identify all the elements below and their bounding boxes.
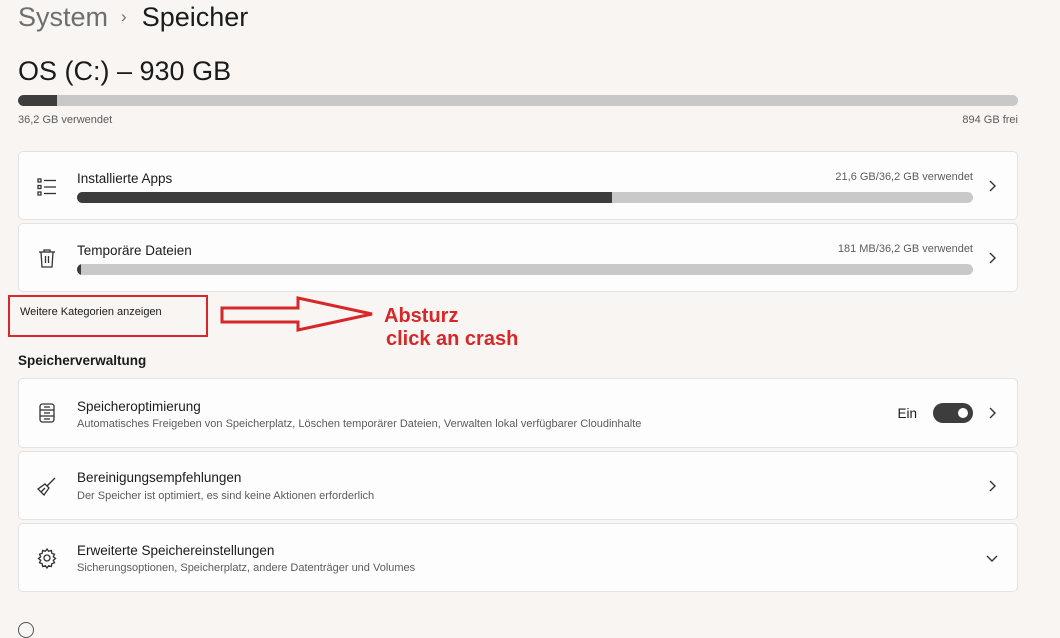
category-usage: 21,6 GB/36,2 GB verwendet bbox=[835, 171, 973, 183]
storage-sense-toggle[interactable] bbox=[933, 403, 973, 423]
category-usage: 181 MB/36,2 GB verwendet bbox=[837, 243, 973, 255]
gear-icon bbox=[36, 547, 58, 569]
cleanup-recommendations-description: Der Speicher ist optimiert, es sind kein… bbox=[77, 490, 375, 502]
trash-icon bbox=[36, 247, 58, 269]
show-more-categories-label: Weitere Kategorien anzeigen bbox=[20, 306, 162, 318]
drive-usage-fill bbox=[18, 95, 57, 106]
storage-sense-description: Automatisches Freigeben von Speicherplat… bbox=[77, 418, 642, 430]
chevron-down-icon bbox=[985, 551, 999, 565]
cleanup-recommendations-card[interactable]: Bereinigungsempfehlungen Der Speicher is… bbox=[18, 451, 1018, 520]
category-temp-files[interactable]: Temporäre Dateien 181 MB/36,2 GB verwend… bbox=[18, 223, 1018, 292]
drive-used-label: 36,2 GB verwendet bbox=[18, 114, 113, 126]
list-icon bbox=[36, 176, 58, 198]
partial-icon bbox=[18, 622, 34, 638]
annotation-line-2: click an crash bbox=[386, 328, 519, 350]
advanced-storage-settings-title: Erweiterte Speichereinstellungen bbox=[77, 543, 275, 558]
page-title: Speicher bbox=[141, 1, 249, 32]
drive-title: OS (C:) – 930 GB bbox=[18, 56, 232, 86]
category-usage-bar bbox=[77, 264, 973, 275]
storage-sense-toggle-label: Ein bbox=[897, 406, 917, 421]
category-title: Installierte Apps bbox=[77, 171, 173, 186]
annotation-line-1: Absturz bbox=[384, 305, 459, 327]
category-usage-bar bbox=[77, 192, 973, 203]
storage-sense-title: Speicheroptimierung bbox=[77, 399, 201, 414]
chevron-right-icon bbox=[985, 179, 999, 193]
show-more-categories-button[interactable]: Weitere Kategorien anzeigen bbox=[8, 295, 208, 337]
annotation-note: Absturz click an crash bbox=[384, 305, 518, 351]
chevron-right-icon bbox=[985, 479, 999, 493]
broom-icon bbox=[36, 475, 58, 497]
chevron-right-icon bbox=[985, 251, 999, 265]
breadcrumb-system[interactable]: System bbox=[18, 2, 108, 33]
storage-sense-card[interactable]: Speicheroptimierung Automatisches Freige… bbox=[18, 378, 1018, 448]
toggle-knob bbox=[958, 408, 968, 418]
breadcrumb: System › Speicher bbox=[18, 0, 248, 34]
category-installed-apps[interactable]: Installierte Apps 21,6 GB/36,2 GB verwen… bbox=[18, 151, 1018, 220]
category-title: Temporäre Dateien bbox=[77, 243, 192, 258]
chevron-right-icon bbox=[985, 406, 999, 420]
breadcrumb-separator: › bbox=[121, 7, 127, 26]
storage-drive-icon bbox=[36, 402, 58, 424]
cleanup-recommendations-title: Bereinigungsempfehlungen bbox=[77, 470, 242, 485]
category-usage-fill bbox=[77, 192, 612, 203]
drive-free-label: 894 GB frei bbox=[962, 114, 1018, 126]
annotation-arrow-icon bbox=[220, 296, 373, 332]
section-heading-storage-management: Speicherverwaltung bbox=[18, 353, 147, 368]
advanced-storage-settings-card[interactable]: Erweiterte Speichereinstellungen Sicheru… bbox=[18, 523, 1018, 592]
advanced-storage-settings-description: Sicherungsoptionen, Speicherplatz, ander… bbox=[77, 562, 416, 574]
drive-usage-bar bbox=[18, 95, 1018, 106]
category-usage-fill bbox=[77, 264, 82, 275]
